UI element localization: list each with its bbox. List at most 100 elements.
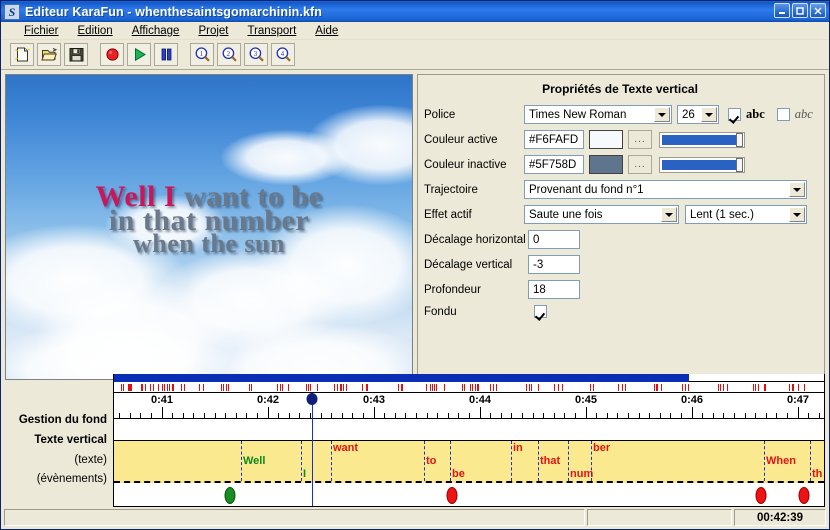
ruler-major-tick — [586, 407, 587, 418]
status-pane-middle — [587, 509, 732, 526]
zoom-level-3-button[interactable]: 3 — [244, 43, 268, 66]
menu-fichier[interactable]: Fichier — [15, 24, 69, 38]
menu-transport[interactable]: Transport — [238, 24, 306, 38]
word-segment-divider[interactable] — [538, 441, 539, 481]
inactive-color-label: Couleur inactive — [424, 159, 524, 171]
ruler-minor-tick — [745, 413, 746, 418]
ruler-tick-label: 0:46 — [681, 394, 703, 406]
font-family-select[interactable]: Times New Roman — [524, 105, 672, 124]
active-effect-speed-select[interactable]: Lent (1 sec.) — [685, 205, 807, 224]
word-segment-divider[interactable] — [568, 441, 569, 481]
active-color-input[interactable]: #F6FAFD — [524, 130, 584, 149]
ruler-minor-tick — [755, 413, 756, 418]
timeline-word-label[interactable]: to — [426, 455, 436, 467]
active-color-alpha-slider[interactable] — [659, 132, 745, 148]
maximize-button[interactable] — [792, 3, 808, 18]
timeline-canvas[interactable]: 0:410:420:430:440:450:460:47 eWellIwantt… — [113, 374, 825, 507]
timeline-word-label[interactable]: that — [540, 455, 560, 467]
zoom-level-1-button[interactable]: 1 — [190, 43, 214, 66]
depth-input[interactable]: 18 — [528, 280, 580, 299]
menu-affichage[interactable]: Affichage — [123, 24, 190, 38]
record-circle-icon — [104, 46, 121, 63]
timeline-event-marker[interactable] — [799, 487, 810, 504]
timeline-word-label[interactable]: in — [513, 442, 523, 454]
bold-checkbox[interactable] — [728, 108, 741, 121]
menu-projet[interactable]: Projet — [189, 24, 238, 38]
active-color-swatch[interactable] — [589, 130, 623, 149]
inactive-color-input[interactable]: #5F758D — [524, 155, 584, 174]
h-offset-label: Décalage horizontal — [424, 234, 528, 246]
word-segment-divider[interactable] — [301, 441, 302, 481]
cloud-shape — [5, 325, 236, 380]
zoom-level-4-button[interactable]: 4 — [271, 43, 295, 66]
play-button[interactable] — [127, 43, 151, 66]
open-folder-icon — [41, 46, 58, 63]
word-segment-divider[interactable] — [331, 441, 332, 481]
word-segment-divider[interactable] — [511, 441, 512, 481]
magnifier-2-icon: 2 — [221, 46, 238, 63]
record-button[interactable] — [100, 43, 124, 66]
timeline-event-marker[interactable] — [225, 487, 236, 504]
timeline-playhead-handle[interactable] — [307, 393, 318, 405]
video-preview[interactable]: Well I want to be in that number when th… — [5, 74, 413, 380]
ruler-minor-tick — [681, 413, 682, 418]
timeline-playhead[interactable] — [312, 393, 313, 506]
timeline-scrollbar-thumb[interactable] — [114, 374, 689, 382]
save-file-button[interactable] — [64, 43, 88, 66]
pause-button[interactable] — [154, 43, 178, 66]
inactive-color-browse-button[interactable]: ... — [628, 155, 652, 174]
timeline-word-label[interactable]: I — [303, 468, 306, 480]
active-effect-select[interactable]: Saute une fois — [524, 205, 679, 224]
word-segment-divider[interactable] — [241, 441, 242, 481]
timeline-word-label[interactable]: ber — [593, 442, 610, 454]
inactive-color-swatch[interactable] — [589, 155, 623, 174]
active-color-browse-button[interactable]: ... — [628, 130, 652, 149]
status-pane-left — [4, 509, 585, 526]
timeline-ruler[interactable]: 0:410:420:430:440:450:460:47 — [114, 393, 824, 419]
magnifier-4-icon: 4 — [275, 46, 292, 63]
open-file-button[interactable] — [37, 43, 61, 66]
timeline-word-label[interactable]: When — [766, 455, 796, 467]
chevron-down-icon[interactable] — [654, 107, 670, 122]
word-segment-divider[interactable] — [424, 441, 425, 481]
word-segment-divider[interactable] — [810, 441, 811, 481]
chevron-down-icon[interactable] — [789, 182, 805, 197]
chevron-down-icon[interactable] — [789, 207, 805, 222]
cloud-shape — [306, 105, 413, 185]
chevron-down-icon[interactable] — [701, 107, 717, 122]
italic-checkbox[interactable] — [777, 108, 790, 121]
timeline-word-label[interactable]: Well — [243, 455, 265, 467]
timeline-events-track[interactable] — [114, 485, 824, 506]
toolbar: 1 2 3 4 — [1, 40, 829, 70]
timeline-background-track[interactable] — [114, 419, 824, 441]
inactive-color-alpha-slider[interactable] — [659, 157, 745, 173]
ruler-minor-tick — [405, 413, 406, 418]
word-segment-divider[interactable] — [450, 441, 451, 481]
timeline-word-label[interactable]: want — [333, 442, 358, 454]
zoom-level-2-button[interactable]: 2 — [217, 43, 241, 66]
trajectory-select[interactable]: Provenant du fond n°1 — [524, 180, 807, 199]
new-file-button[interactable] — [10, 43, 34, 66]
timeline-word-label[interactable]: num — [570, 468, 593, 480]
menu-edition[interactable]: Edition — [69, 24, 123, 38]
timeline-event-marker[interactable] — [447, 487, 458, 504]
active-effect-label: Effet actif — [424, 209, 524, 221]
cloud-shape — [196, 323, 413, 380]
ruler-major-tick — [374, 407, 375, 418]
word-segment-divider[interactable] — [591, 441, 592, 481]
chevron-down-icon[interactable] — [661, 207, 677, 222]
font-size-select[interactable]: 26 — [677, 105, 719, 124]
word-segment-divider[interactable] — [764, 441, 765, 481]
v-offset-input[interactable]: -3 — [528, 255, 580, 274]
timeline-word-label[interactable]: be — [452, 468, 465, 480]
ruler-minor-tick — [660, 413, 661, 418]
timeline-scrollbar[interactable] — [114, 374, 824, 382]
timeline-event-marker[interactable] — [756, 487, 767, 504]
h-offset-input[interactable]: 0 — [528, 230, 580, 249]
minimize-button[interactable] — [774, 3, 790, 18]
close-button[interactable] — [810, 3, 826, 18]
fade-checkbox[interactable] — [534, 305, 547, 318]
menu-aide[interactable]: Aide — [306, 24, 348, 38]
timeline-text-track[interactable]: eWellIwanttobeinthatnumberWhenth — [114, 441, 824, 483]
timeline-word-label[interactable]: th — [812, 468, 822, 480]
